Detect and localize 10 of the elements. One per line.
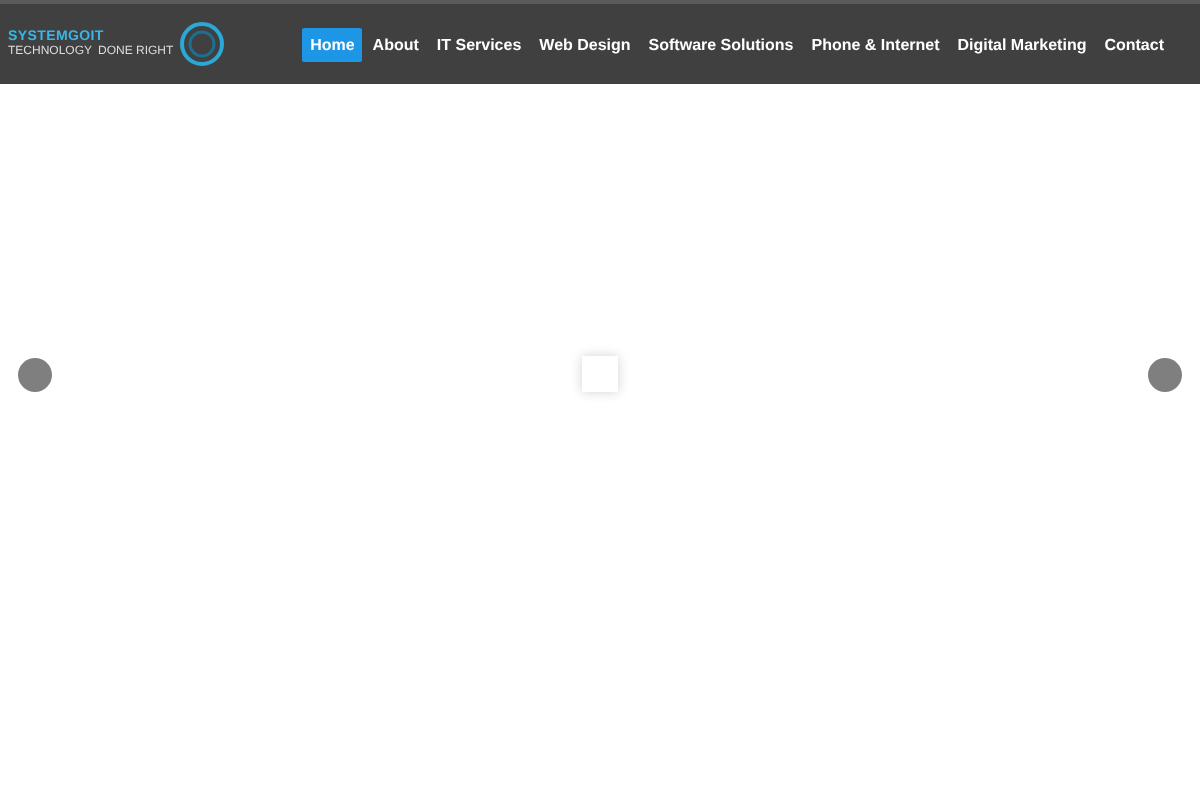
nav-link[interactable]: IT Services <box>428 27 530 61</box>
nav-link[interactable]: Web Design <box>531 27 639 61</box>
nav-link[interactable]: Contact <box>1096 27 1172 61</box>
nav-link[interactable]: Phone & Internet <box>803 27 948 61</box>
ring-icon <box>177 20 226 68</box>
previous-slide-button[interactable] <box>18 358 52 392</box>
nav-link[interactable]: About <box>364 27 427 61</box>
nav-link[interactable]: Digital Marketing <box>949 27 1095 61</box>
next-slide-button[interactable] <box>1148 358 1182 392</box>
nav-link[interactable]: Software Solutions <box>640 27 802 61</box>
